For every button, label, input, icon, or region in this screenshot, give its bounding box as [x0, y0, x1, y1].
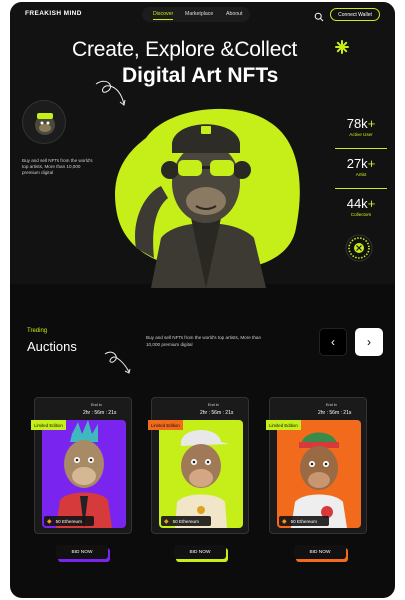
section-title: Auctions — [27, 339, 77, 354]
nav-about[interactable]: Aboout — [226, 11, 242, 17]
price-tag: ◆ 50 Ethereum — [279, 516, 329, 526]
nav-marketplace[interactable]: Marketplace — [185, 11, 213, 17]
next-button[interactable]: › — [355, 328, 383, 356]
top-nav: FREAKISH MIND Discover Marketplace Aboou… — [10, 2, 395, 26]
cap-ape-image — [175, 430, 229, 528]
section-eyebrow: Treding — [27, 328, 48, 334]
bid-now-button[interactable]: BID NOW — [174, 545, 226, 559]
hero-section: FREAKISH MIND Discover Marketplace Aboou… — [10, 2, 395, 288]
ends-label: End in — [208, 403, 219, 407]
curved-arrow-icon — [104, 351, 131, 374]
section-description: Buy and sell NFTs from the world's top a… — [146, 335, 261, 347]
punk-ape-image — [56, 420, 112, 528]
stat-value: 27k — [346, 156, 368, 171]
stat-value: 78k — [346, 116, 368, 131]
stat-active-users: 78k+ Active User — [332, 116, 390, 137]
price-value: 50 Ethereum — [290, 518, 317, 524]
sparkle-icon — [335, 40, 349, 54]
stat-artists: 27k+ Artist — [332, 156, 390, 177]
auction-card[interactable]: End in 2hr : 56m : 21s Limited Edition ◆… — [266, 397, 367, 534]
price-tag: ◆ 50 Ethereum — [44, 516, 94, 526]
price-tag: ◆ 50 Ethereum — [161, 516, 211, 526]
monkey-icon — [35, 113, 55, 135]
countdown-timer: 2hr : 56m : 21s — [318, 410, 352, 416]
stat-plus: + — [367, 116, 376, 131]
countdown-timer: 2hr : 56m : 21s — [83, 410, 117, 416]
stat-plus: + — [367, 156, 376, 171]
nft-artwork — [277, 420, 361, 528]
limited-edition-badge: Limited Edition — [31, 420, 66, 430]
stat-label: Artist — [355, 172, 367, 177]
nav-discover[interactable]: Discover — [153, 11, 173, 17]
auction-card[interactable]: End in 2hr : 56m : 21s Limited Edition ◆… — [31, 397, 132, 534]
hero-title-line1: Create, Explore &Collect — [72, 38, 298, 61]
search-icon[interactable] — [314, 9, 324, 22]
auction-card[interactable]: End in 2hr : 56m : 21s Limited Edition ◆… — [148, 397, 249, 534]
featured-nft-thumbnail[interactable] — [22, 100, 66, 144]
stat-collectors: 44k+ Collectors — [332, 196, 390, 217]
hero-description: Buy and sell NFTs from the world's top a… — [22, 158, 93, 176]
connect-wallet-button[interactable]: Connect Wallet — [330, 8, 380, 21]
brand-logo[interactable]: FREAKISH MIND — [25, 10, 82, 17]
rotating-badge-icon[interactable] — [345, 234, 373, 262]
hero-ape-illustration — [115, 108, 300, 288]
price-value: 50 Ethereum — [172, 518, 199, 524]
nft-artwork — [159, 420, 243, 528]
beanie-ape-image — [291, 432, 347, 528]
divider — [335, 148, 387, 149]
ends-label: End in — [91, 403, 102, 407]
page-frame: FREAKISH MIND Discover Marketplace Aboou… — [10, 2, 395, 598]
ethereum-icon: ◆ — [47, 518, 52, 525]
limited-edition-badge: Limited Edition — [148, 420, 183, 430]
stat-label: Active User — [349, 132, 373, 137]
price-value: 50 Ethereum — [55, 518, 82, 524]
ends-label: End in — [326, 403, 337, 407]
divider — [335, 188, 387, 189]
ethereum-icon: ◆ — [164, 518, 169, 525]
prev-button[interactable]: ‹ — [319, 328, 347, 356]
nft-artwork — [42, 420, 126, 528]
stat-label: Collectors — [350, 212, 372, 217]
chevron-left-icon: ‹ — [331, 335, 335, 349]
hero-title-line2: Digital Art NFTs — [122, 64, 279, 87]
stat-plus: + — [367, 196, 376, 211]
stat-value: 44k — [346, 196, 368, 211]
bid-now-button[interactable]: BID NOW — [56, 545, 108, 559]
countdown-timer: 2hr : 56m : 21s — [200, 410, 234, 416]
ethereum-icon: ◆ — [282, 518, 287, 525]
chevron-right-icon: › — [367, 335, 371, 349]
bid-now-button[interactable]: BID NOW — [294, 545, 346, 559]
active-nav-indicator — [153, 19, 173, 20]
limited-edition-badge: Limited Edition — [266, 420, 301, 430]
nav-links: Discover Marketplace Aboout — [142, 7, 250, 22]
